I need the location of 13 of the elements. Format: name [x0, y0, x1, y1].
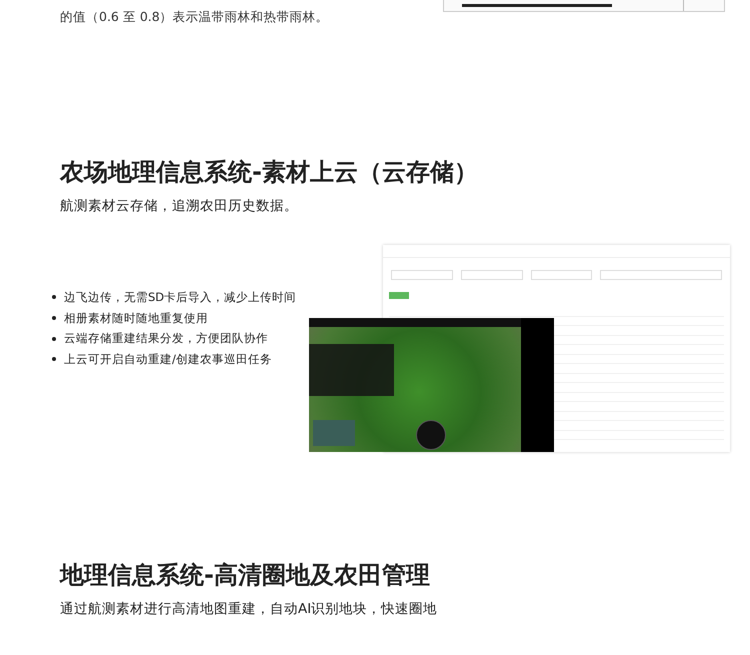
section-heading: 地理信息系统-高清圈地及农田管理: [58, 560, 431, 590]
bullet-text: 上云可开启自动重建/创建农事巡田任务: [64, 351, 272, 368]
bullet-text: 边飞边传，无需SD卡后导入，减少上传时间: [64, 289, 296, 306]
section-subtitle: 通过航测素材进行高清地图重建，自动AI识别地块，快速圈地: [59, 600, 438, 618]
bullet-icon: [52, 295, 56, 300]
paragraph-text: 的值（0.6 至 0.8）表示温带雨林和热带雨林。: [60, 8, 329, 26]
bullet-icon: [52, 357, 56, 362]
section-heading: 农场地理信息系统-素材上云（云存储）: [58, 157, 479, 187]
section-subtitle: 航测素材云存储，追溯农田历史数据。: [59, 197, 299, 215]
bullet-text: 云端存储重建结果分发，方便团队协作: [64, 330, 268, 348]
bullet-text: 相册素材随时随地重复使用: [64, 310, 208, 327]
bullet-icon: [52, 336, 56, 341]
bullet-icon: [52, 316, 56, 320]
